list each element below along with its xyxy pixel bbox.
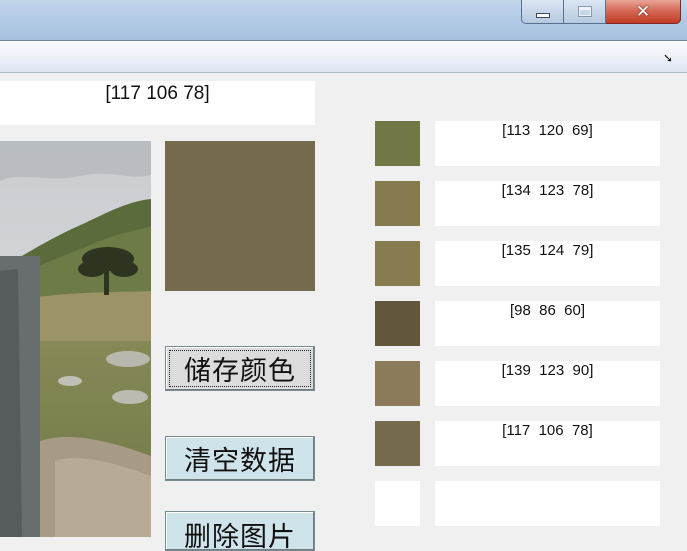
current-rgb-field: [117 106 78] [0, 81, 315, 125]
minimize-icon [535, 13, 550, 18]
clear-data-button[interactable]: 清空数据 [165, 436, 315, 481]
saved-swatch-7 [375, 481, 420, 526]
caption-buttons: ✕ [521, 0, 681, 26]
saved-rgb-3: [135 124 79] [435, 241, 660, 286]
minimize-button[interactable] [521, 0, 564, 24]
maximize-button[interactable] [564, 0, 606, 24]
close-icon: ✕ [635, 1, 651, 22]
saved-swatch-3 [375, 241, 420, 286]
saved-rgb-5: [139 123 90] [435, 361, 660, 406]
saved-rgb-4: [98 86 60] [435, 301, 660, 346]
saved-rgb-1: [113 120 69] [435, 121, 660, 166]
save-color-button[interactable]: 储存颜色 [165, 346, 315, 391]
saved-swatch-5 [375, 361, 420, 406]
saved-rgb-7 [435, 481, 660, 526]
saved-swatch-6 [375, 421, 420, 466]
close-button[interactable]: ✕ [606, 0, 681, 24]
landscape-image [0, 141, 151, 537]
source-photo[interactable] [0, 141, 151, 537]
saved-swatch-4 [375, 301, 420, 346]
maximize-icon [577, 6, 592, 17]
dock-arrow-icon[interactable]: ➘ [663, 51, 673, 65]
saved-rgb-6: [117 106 78] [435, 421, 660, 466]
current-color-preview [165, 141, 315, 291]
saved-rgb-2: [134 123 78] [435, 181, 660, 226]
menu-bar: ➘ [0, 41, 687, 73]
saved-swatch-2 [375, 181, 420, 226]
saved-swatch-1 [375, 121, 420, 166]
title-bar: ✕ [0, 0, 687, 40]
delete-image-button[interactable]: 删除图片 [165, 511, 315, 551]
